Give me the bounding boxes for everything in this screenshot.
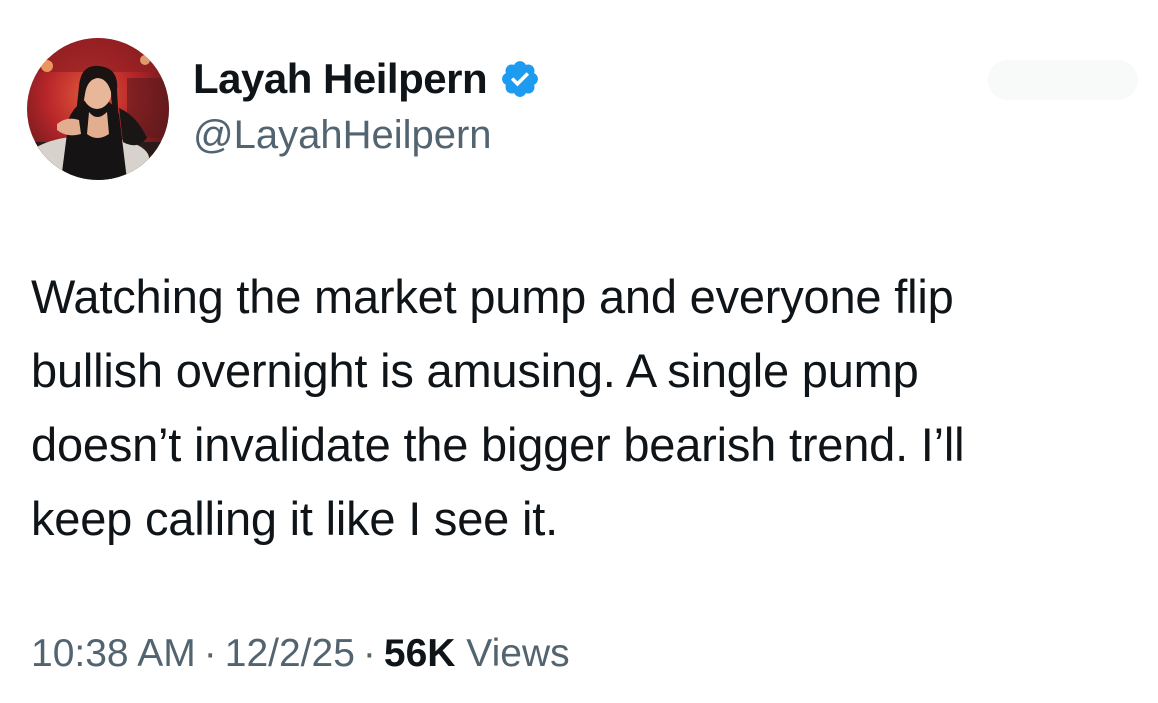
views-label: Views [466,632,570,675]
name-row: Layah Heilpern [193,53,541,105]
author-handle[interactable]: @LayahHeilpern [193,109,541,161]
tweet-text-line: Watching the market pump and everyone fl… [31,270,954,323]
tweet-meta: 10:38 AM · 12/2/25 · 56K Views [31,628,570,680]
avatar[interactable] [27,38,169,180]
faint-overlay-mark [988,60,1138,100]
tweet-time[interactable]: 10:38 AM [31,632,196,675]
views-count[interactable]: 56K [384,632,456,675]
tweet-text: Watching the market pump and everyone fl… [31,260,1131,556]
tweet-card: Layah Heilpern @LayahHeilpern Watching t… [0,0,1158,703]
separator-dot: · [203,632,217,675]
tweet-text-line: bullish overnight is amusing. A single p… [31,344,919,397]
tweet-date[interactable]: 12/2/25 [225,632,355,675]
verified-badge-icon[interactable] [499,58,541,100]
tweet-text-line: keep calling it like I see it. [31,492,558,545]
tweet-header: Layah Heilpern @LayahHeilpern [27,38,541,180]
avatar-image [27,38,169,180]
tweet-text-line: doesn’t invalidate the bigger bearish tr… [31,418,965,471]
separator-dot: · [362,632,376,675]
author-display-name[interactable]: Layah Heilpern [193,53,488,105]
author-identity: Layah Heilpern @LayahHeilpern [193,53,541,161]
